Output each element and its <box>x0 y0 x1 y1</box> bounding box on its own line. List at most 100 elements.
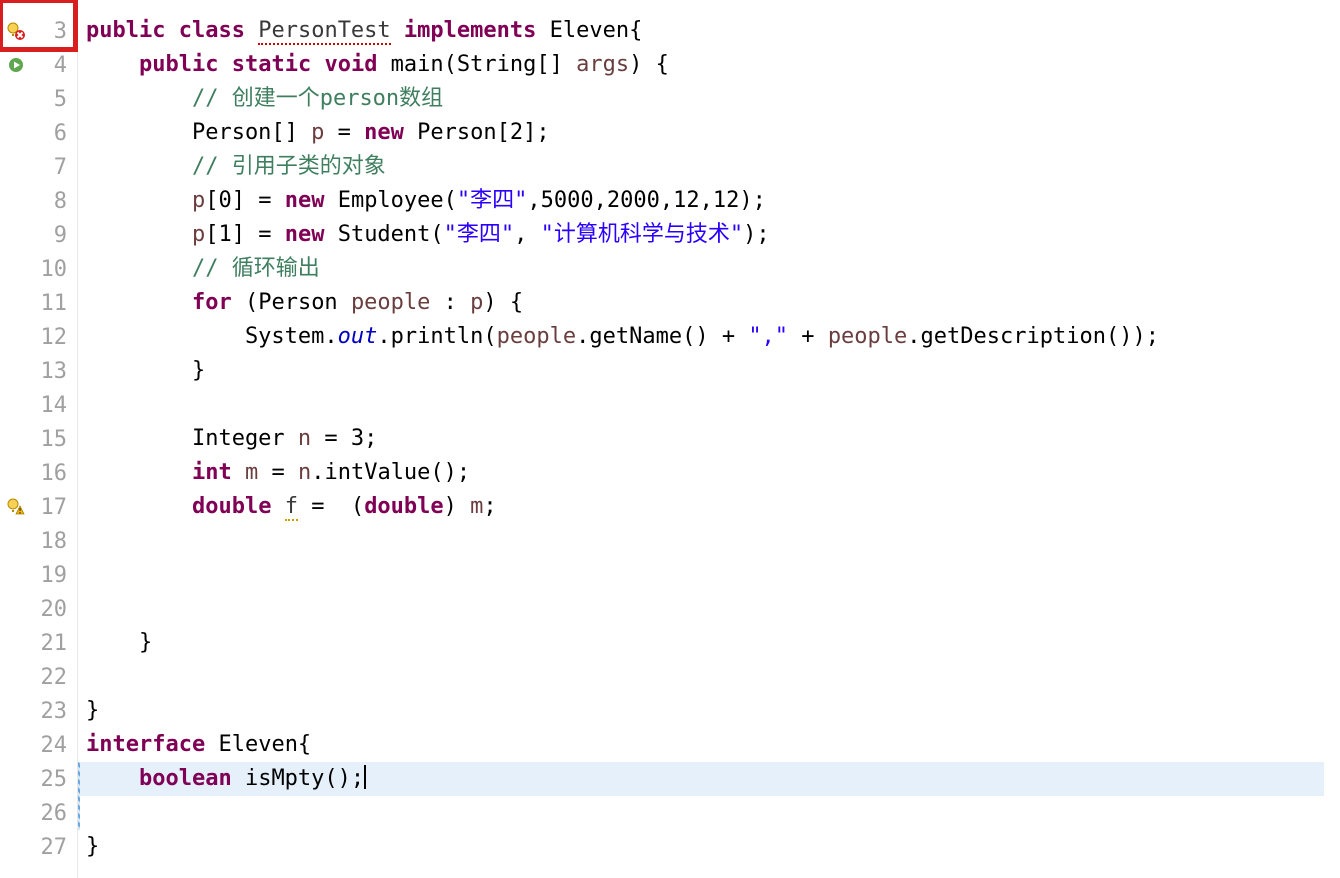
code-line[interactable]: // 创建一个person数组 <box>78 82 1324 116</box>
gutter-line[interactable]: 26 <box>0 796 77 830</box>
gutter-line[interactable]: 14 <box>0 388 77 422</box>
gutter-line[interactable]: 25 <box>0 762 77 796</box>
text-token <box>86 766 139 791</box>
gutter-line[interactable]: 23 <box>0 694 77 728</box>
line-number: 10 <box>41 257 68 282</box>
gutter-line[interactable]: 12 <box>0 320 77 354</box>
code-line[interactable]: int m = n.intValue(); <box>78 456 1324 490</box>
gutter-line[interactable]: 21 <box>0 626 77 660</box>
gutter[interactable]: 345 6 789 10 11 12 13 14 151617 18 1920 21 2223 24 25 2… <box>0 0 78 878</box>
change-marker <box>78 796 80 830</box>
text-token: } <box>86 630 152 655</box>
line-number: 25 <box>41 767 68 792</box>
code-editor[interactable]: 345 6 789 10 11 12 13 14 151617 18 1920 21 2223 24 25 2… <box>0 0 1340 878</box>
string-token: "李四" <box>457 188 528 213</box>
variable-token: p <box>192 222 205 247</box>
code-line[interactable]: public static void main(String[] args) { <box>78 48 1324 82</box>
keyword-token: new <box>364 120 404 145</box>
comment-token: // 引用子类的对象 <box>192 154 386 179</box>
line-number: 11 <box>41 291 68 316</box>
text-token: .intValue(); <box>311 460 470 485</box>
code-line[interactable]: for (Person people : p) { <box>78 286 1324 320</box>
text-token: ,5000,2000,12,12); <box>527 188 765 213</box>
text-token <box>245 18 258 43</box>
code-line[interactable]: } <box>78 354 1324 388</box>
static-field-token: out <box>338 324 378 349</box>
code-line[interactable] <box>78 558 1324 592</box>
error-icon[interactable] <box>6 21 26 41</box>
text-token: } <box>86 698 99 723</box>
gutter-line[interactable]: 27 <box>0 830 77 864</box>
gutter-line[interactable]: 6 <box>0 116 77 150</box>
gutter-line[interactable]: 22 <box>0 660 77 694</box>
code-line[interactable]: // 循环输出 <box>78 252 1324 286</box>
text-token: Integer <box>86 426 298 451</box>
line-number: 21 <box>41 631 68 656</box>
line-number: 24 <box>41 733 68 758</box>
code-area[interactable]: public class PersonTest implements Eleve… <box>78 0 1324 878</box>
code-line[interactable]: double f = (double) m; <box>78 490 1324 524</box>
line-number: 6 <box>54 121 67 146</box>
overview-ruler[interactable] <box>1324 0 1340 878</box>
gutter-line[interactable]: 13 <box>0 354 77 388</box>
gutter-line[interactable]: 15 <box>0 422 77 456</box>
variable-token: p <box>192 188 205 213</box>
code-line[interactable]: public class PersonTest implements Eleve… <box>78 14 1324 48</box>
run-icon[interactable] <box>6 55 26 75</box>
gutter-line[interactable]: 10 <box>0 252 77 286</box>
gutter-line[interactable]: 7 <box>0 150 77 184</box>
keyword-token: for <box>192 290 232 315</box>
keyword-token: public <box>86 18 165 43</box>
gutter-line[interactable]: 5 <box>0 82 77 116</box>
code-line[interactable]: } <box>78 830 1324 864</box>
gutter-line[interactable]: 9 <box>0 218 77 252</box>
gutter-line[interactable]: 11 <box>0 286 77 320</box>
text-token: Eleven{ <box>205 732 311 757</box>
code-line[interactable] <box>78 388 1324 422</box>
change-marker <box>78 762 80 796</box>
keyword-token: new <box>285 188 325 213</box>
code-line[interactable]: // 引用子类的对象 <box>78 150 1324 184</box>
line-number: 18 <box>41 529 68 554</box>
variable-token: args <box>576 52 629 77</box>
code-line[interactable]: boolean isMpty(); <box>78 762 1324 796</box>
code-line[interactable] <box>78 660 1324 694</box>
code-line[interactable]: System.out.println(people.getName() + ",… <box>78 320 1324 354</box>
gutter-line[interactable]: 16 <box>0 456 77 490</box>
text-token <box>86 290 192 315</box>
warning-token: f <box>285 494 298 521</box>
code-line[interactable]: Person[] p = new Person[2]; <box>78 116 1324 150</box>
gutter-line[interactable]: 17 <box>0 490 77 524</box>
gutter-line[interactable]: 18 <box>0 524 77 558</box>
code-line[interactable]: interface Eleven{ <box>78 728 1324 762</box>
variable-token: n <box>298 460 311 485</box>
code-line[interactable]: } <box>78 626 1324 660</box>
string-token: "李四" <box>444 222 515 247</box>
code-line[interactable]: } <box>78 694 1324 728</box>
text-token: ; <box>483 494 496 519</box>
keyword-token: void <box>324 52 377 77</box>
text-token <box>86 154 192 179</box>
gutter-line[interactable]: 19 <box>0 558 77 592</box>
line-number: 14 <box>41 393 68 418</box>
gutter-line[interactable]: 4 <box>0 48 77 82</box>
code-line[interactable] <box>78 524 1324 558</box>
gutter-line[interactable]: 8 <box>0 184 77 218</box>
code-line[interactable] <box>78 592 1324 626</box>
text-token: System. <box>86 324 338 349</box>
warning-icon[interactable] <box>6 497 26 517</box>
gutter-line[interactable]: 24 <box>0 728 77 762</box>
text-token: = ( <box>298 494 364 519</box>
code-line[interactable] <box>78 796 1324 830</box>
text-token: } <box>86 834 99 859</box>
code-line[interactable]: p[1] = new Student("李四", "计算机科学与技术"); <box>78 218 1324 252</box>
text-token <box>86 52 139 77</box>
text-token: [1] = <box>205 222 284 247</box>
code-line[interactable]: Integer n = 3; <box>78 422 1324 456</box>
code-line[interactable]: p[0] = new Employee("李四",5000,2000,12,12… <box>78 184 1324 218</box>
line-number: 12 <box>41 325 68 350</box>
gutter-line[interactable]: 20 <box>0 592 77 626</box>
text-token <box>165 18 178 43</box>
gutter-line[interactable]: 3 <box>0 14 77 48</box>
text-token: Student( <box>324 222 443 247</box>
